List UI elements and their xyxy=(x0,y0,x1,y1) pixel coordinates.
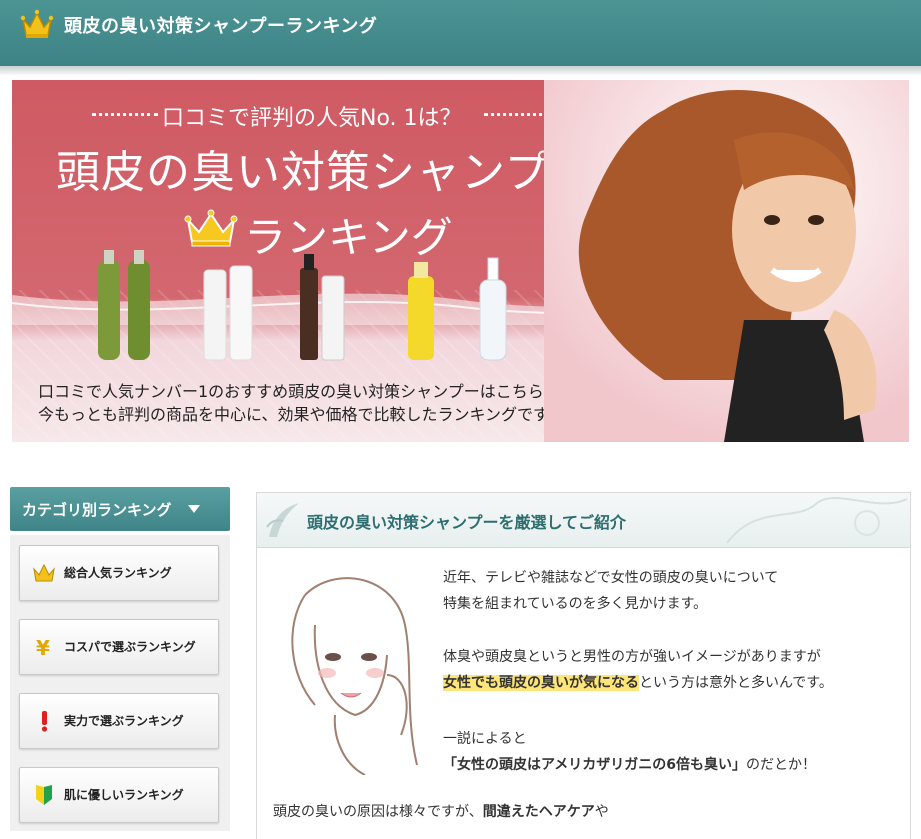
product-lineup-image xyxy=(98,250,507,361)
sidebar-item-label: 実力で選ぶランキング xyxy=(64,714,184,728)
bold-text: 「女性の頭皮はアメリカザリガニの6倍も臭い」 xyxy=(443,757,747,773)
crown-icon xyxy=(20,9,54,38)
text-line: 特集を組まれているのを多く見かけます。 xyxy=(443,596,708,612)
hero-banner: 口コミで評判の人気No. 1は？ 頭皮の臭い対策シャンプー ランキング 口コミで… xyxy=(12,80,909,442)
woman-illustration xyxy=(291,577,418,775)
text-fragment: 頭皮の臭いの原因は様々ですが、 xyxy=(273,804,483,820)
text-line: 一説によると xyxy=(443,731,527,747)
sidebar-item-wrap: 総合人気ランキング xyxy=(10,535,230,609)
hero-description-line: 今もっとも評判の商品を中心に、効果や価格で比較したランキングです。 xyxy=(38,405,564,424)
sidebar-item-wrap: 肌に優しいランキング xyxy=(10,757,230,831)
paragraph: 近年、テレビや雑誌などで女性の頭皮の臭いについて 特集を組まれているのを多く見か… xyxy=(443,565,778,617)
paragraph: 体臭や頭皮臭というと男性の方が強いイメージがありますが 女性でも頭皮の臭いが気に… xyxy=(443,644,833,696)
highlighted-text: 女性でも頭皮の臭いが気になる xyxy=(443,675,639,691)
sidebar-item-overall-ranking[interactable]: 総合人気ランキング xyxy=(19,545,219,601)
hero-description-line: 口コミで人気ナンバー1のおすすめ頭皮の臭い対策シャンプーはこちら！ xyxy=(38,382,560,401)
model-photo xyxy=(544,80,909,442)
svg-text:¥: ¥ xyxy=(36,636,50,659)
sidebar-heading: カテゴリ別ランキング xyxy=(10,487,230,531)
sidebar-item-label: 肌に優しいランキング xyxy=(64,788,184,802)
sidebar-item-cost-performance[interactable]: ¥ コスパで選ぶランキング xyxy=(19,619,219,675)
exclamation-icon xyxy=(41,711,48,732)
crown-icon xyxy=(33,563,55,582)
sidebar-item-label: 総合人気ランキング xyxy=(64,566,172,580)
text-line: 近年、テレビや雑誌などで女性の頭皮の臭いについて xyxy=(443,570,779,586)
main-content: 頭皮の臭い対策シャンプーを厳選してご紹介 近年、テレビや雑誌などで女性の頭皮の臭… xyxy=(256,492,911,839)
bold-text: 間違えたヘアケア xyxy=(482,804,595,820)
ornament-icon xyxy=(266,503,299,537)
chevron-down-icon xyxy=(188,505,200,513)
text-line: 女性でも頭皮の臭いが気になるという方は意外と多いんです。 xyxy=(443,670,833,696)
paragraph: 頭皮の臭いの原因は様々ですが、間違えたヘアケアや xyxy=(273,801,609,821)
beginner-mark-icon xyxy=(36,785,52,805)
text-fragment: のだとか！ xyxy=(746,757,817,773)
crown-icon xyxy=(184,209,238,247)
site-title[interactable]: 頭皮の臭い対策シャンプーランキング xyxy=(64,12,377,38)
sidebar-item-wrap: 実力で選ぶランキング xyxy=(10,683,230,757)
section-title: 頭皮の臭い対策シャンプーを厳選してご紹介 xyxy=(307,513,627,532)
sidebar-item-wrap: ¥ コスパで選ぶランキング xyxy=(10,609,230,683)
text-fragment: という方は意外と多いんです。 xyxy=(639,675,833,691)
section-heading: 頭皮の臭い対策シャンプーを厳選してご紹介 xyxy=(257,493,910,548)
sidebar-item-label: コスパで選ぶランキング xyxy=(64,640,196,654)
hero-title: 頭皮の臭い対策シャンプー xyxy=(56,147,595,198)
sidebar-item-effectiveness[interactable]: 実力で選ぶランキング xyxy=(19,693,219,749)
header-divider xyxy=(0,66,921,76)
sidebar-item-gentle-on-skin[interactable]: 肌に優しいランキング xyxy=(19,767,219,823)
tagline-divider-left xyxy=(92,113,158,116)
hero-description: 口コミで人気ナンバー1のおすすめ頭皮の臭い対策シャンプーはこちら！ 今もっとも評… xyxy=(38,380,563,426)
yen-icon: ¥ xyxy=(36,636,50,659)
ornament-pattern xyxy=(726,497,908,544)
text-fragment: や xyxy=(594,804,609,820)
tagline-divider-right xyxy=(484,113,550,116)
hero-tagline: 口コミで評判の人気No. 1は？ xyxy=(162,106,462,131)
text-line: 体臭や頭皮臭というと男性の方が強いイメージがありますが xyxy=(443,649,821,665)
paragraph: 一説によると 「女性の頭皮はアメリカザリガニの6倍も臭い」のだとか！ xyxy=(443,726,816,778)
text-line: 「女性の頭皮はアメリカザリガニの6倍も臭い」のだとか！ xyxy=(443,752,816,778)
sidebar-heading-text: カテゴリ別ランキング xyxy=(22,501,172,519)
